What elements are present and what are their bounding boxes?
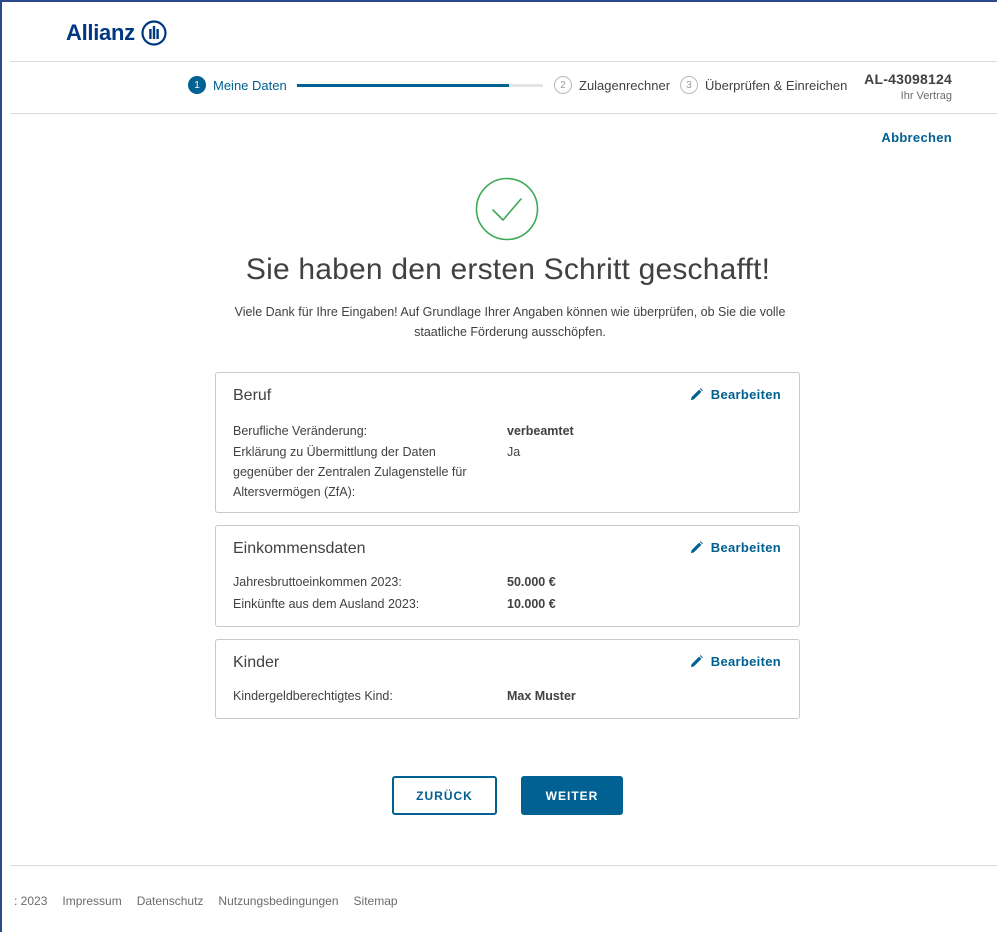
cancel-link[interactable]: Abbrechen [881, 130, 952, 145]
edit-beruf-button[interactable]: Bearbeiten [689, 387, 781, 402]
pencil-icon [690, 388, 703, 401]
row-value: 10.000 € [507, 597, 556, 611]
step-progress-bar [297, 84, 543, 87]
footer: : 2023 Impressum Datenschutz Nutzungsbed… [14, 894, 398, 908]
row-label: Kindergeldberechtigtes Kind: [233, 689, 393, 703]
window-frame-left [0, 0, 2, 932]
row-label: Erklärung zu Übermittlung der Daten gege… [233, 445, 467, 499]
card-row: Jahresbruttoeinkommen 2023: 50.000 € [233, 572, 556, 592]
pencil-icon [690, 541, 703, 554]
window-frame-top [0, 0, 997, 2]
edit-einkommensdaten-button[interactable]: Bearbeiten [689, 540, 781, 555]
card-title-kinder: Kinder [233, 654, 280, 671]
step-progress-fill [297, 84, 509, 87]
next-button[interactable]: WEITER [521, 776, 623, 815]
step-3-label: Überprüfen & Einreichen [705, 77, 848, 93]
card-row: Berufliche Veränderung: verbeamtet [233, 421, 574, 441]
footer-link-sitemap[interactable]: Sitemap [354, 894, 398, 908]
row-value: verbeamtet [507, 424, 574, 438]
card-title-einkommensdaten: Einkommensdaten [233, 540, 366, 557]
card-einkommensdaten: Einkommensdaten Bearbeiten Jahresbruttoe… [215, 525, 800, 627]
row-label: Jahresbruttoeinkommen 2023: [233, 575, 402, 589]
step-ueberpruefen-einreichen[interactable]: 3 Überprüfen & Einreichen [680, 76, 847, 94]
footer-link-impressum[interactable]: Impressum [62, 894, 121, 908]
step-meine-daten[interactable]: 1 Meine Daten [188, 76, 287, 94]
header-divider [10, 61, 997, 62]
footer-link-datenschutz[interactable]: Datenschutz [137, 894, 204, 908]
footer-copyright: : 2023 [14, 894, 48, 908]
row-value: Max Muster [507, 689, 576, 703]
footer-link-nutzungsbedingungen[interactable]: Nutzungsbedingungen [218, 894, 338, 908]
edit-kinder-button[interactable]: Bearbeiten [689, 654, 781, 669]
card-beruf: Beruf Bearbeiten Berufliche Veränderung:… [215, 372, 800, 513]
allianz-logo[interactable]: Allianz [66, 20, 167, 46]
row-label: Einkünfte aus dem Ausland 2023: [233, 597, 420, 611]
card-row: Erklärung zu Übermittlung der Daten gege… [233, 442, 520, 502]
step-1-number: 1 [188, 76, 206, 94]
edit-beruf-label: Bearbeiten [710, 387, 781, 402]
contract-number: AL-43098124 [864, 71, 952, 87]
row-value: Ja [507, 445, 521, 459]
card-title-beruf: Beruf [233, 387, 272, 404]
row-value: 50.000 € [507, 575, 556, 589]
back-button[interactable]: ZURÜCK [392, 776, 497, 815]
brand-name: Allianz [66, 20, 135, 45]
edit-kinder-label: Bearbeiten [710, 654, 781, 669]
step-1-label: Meine Daten [213, 77, 287, 93]
row-label: Berufliche Veränderung: [233, 424, 368, 438]
stepper-divider [10, 113, 997, 114]
footer-divider [10, 865, 997, 866]
checkmark-circle-icon [475, 177, 539, 241]
contract-label: Ihr Vertrag [900, 90, 952, 102]
card-kinder: Kinder Bearbeiten Kindergeldberechtigtes… [215, 639, 800, 719]
success-text: Viele Dank für Ihre Eingaben! Auf Grundl… [234, 305, 786, 339]
allianz-eagle-icon [141, 20, 167, 46]
step-2-label: Zulagenrechner [579, 77, 671, 93]
success-headline: Sie haben den ersten Schritt geschafft! [245, 253, 771, 286]
card-row: Einkünfte aus dem Ausland 2023: 10.000 € [233, 594, 556, 614]
step-2-number: 2 [554, 76, 572, 94]
contract-info: AL-43098124 Ihr Vertrag [864, 71, 952, 102]
step-3-number: 3 [680, 76, 698, 94]
pencil-icon [690, 655, 703, 668]
card-row: Kindergeldberechtigtes Kind: Max Muster [233, 686, 576, 706]
step-zulagenrechner[interactable]: 2 Zulagenrechner [554, 76, 670, 94]
edit-einkommensdaten-label: Bearbeiten [710, 540, 781, 555]
